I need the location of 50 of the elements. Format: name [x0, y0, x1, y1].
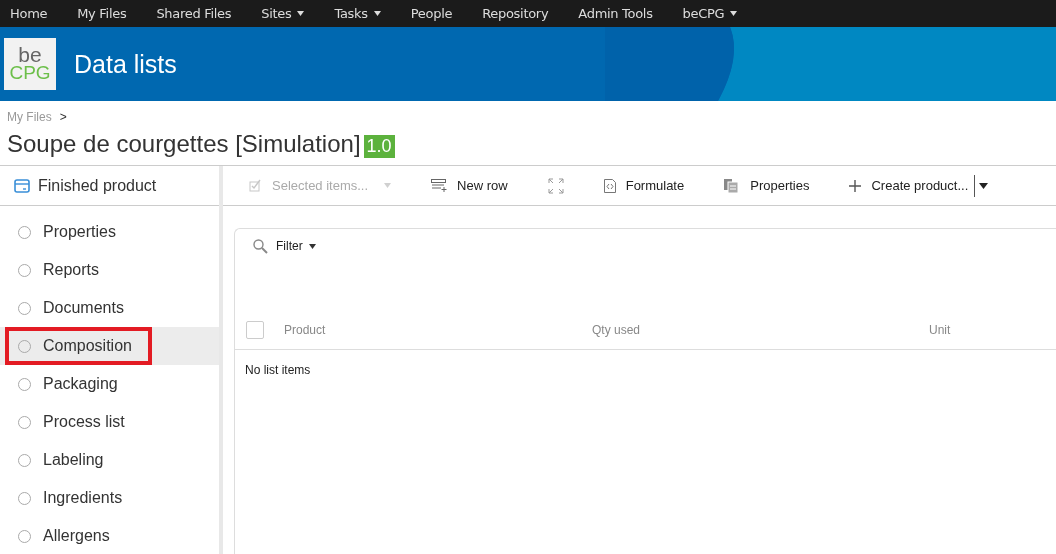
- nav-link[interactable]: Shared Files: [156, 6, 232, 21]
- nav-link[interactable]: Repository: [482, 6, 549, 21]
- nav-link[interactable]: People: [410, 6, 453, 21]
- properties-icon: [724, 178, 741, 193]
- logo: be CPG: [4, 38, 56, 90]
- column-header[interactable]: Product: [284, 323, 592, 337]
- toolbar-button[interactable]: Create product...: [849, 178, 969, 193]
- sidebar-item[interactable]: Composition: [0, 327, 219, 365]
- nav-link[interactable]: Home: [10, 6, 48, 21]
- nav-link[interactable]: Sites: [261, 6, 305, 21]
- toolbar-button[interactable]: Properties: [724, 178, 810, 193]
- caret-icon: [297, 11, 305, 16]
- product-icon: [14, 178, 30, 193]
- sidebar-item[interactable]: Process list: [0, 403, 219, 441]
- sidebar-item[interactable]: Labeling: [0, 441, 219, 479]
- nav-link[interactable]: Tasks: [334, 6, 381, 21]
- column-header[interactable]: Qty used: [592, 323, 929, 337]
- new-row-icon: [431, 179, 448, 192]
- caret-icon: [308, 243, 316, 249]
- toolbar-button[interactable]: New row: [431, 178, 508, 193]
- caret-icon: [730, 11, 738, 16]
- search-icon: [253, 238, 268, 254]
- caret-icon: [373, 11, 381, 16]
- sidebar-item[interactable]: Reports: [0, 251, 219, 289]
- plus-icon: [849, 179, 862, 192]
- sidebar-item[interactable]: Properties: [0, 213, 219, 251]
- sidebar-item[interactable]: Documents: [0, 289, 219, 327]
- sidebar-item[interactable]: Packaging: [0, 365, 219, 403]
- version-badge: 1.0: [363, 134, 395, 158]
- fullscreen-icon: [547, 177, 564, 194]
- filter-button[interactable]: Filter: [276, 239, 316, 253]
- checkbox-icon: [249, 179, 262, 192]
- sidebar-item[interactable]: Ingredients: [0, 479, 219, 517]
- sidebar-item[interactable]: Allergens: [0, 517, 219, 554]
- breadcrumb-separator: >: [59, 110, 67, 124]
- column-header[interactable]: Unit: [929, 323, 1049, 337]
- select-all-checkbox[interactable]: [246, 321, 264, 339]
- toolbar-button[interactable]: Formulate: [603, 178, 685, 193]
- nav-link[interactable]: beCPG: [682, 6, 738, 21]
- caret-icon: [979, 182, 989, 189]
- nav-link[interactable]: My Files: [77, 6, 127, 21]
- caret-icon: [384, 183, 392, 188]
- fullscreen-button[interactable]: [547, 177, 564, 194]
- dropdown-button[interactable]: [974, 174, 989, 197]
- banner-title: Data lists: [74, 49, 177, 79]
- page-title: Soupe de courgettes [Simulation]: [7, 130, 361, 158]
- sidebar-header: Finished product: [38, 176, 157, 195]
- document-code-icon: [603, 178, 616, 193]
- nav-link[interactable]: Admin Tools: [578, 6, 653, 21]
- empty-message: No list items: [244, 362, 312, 379]
